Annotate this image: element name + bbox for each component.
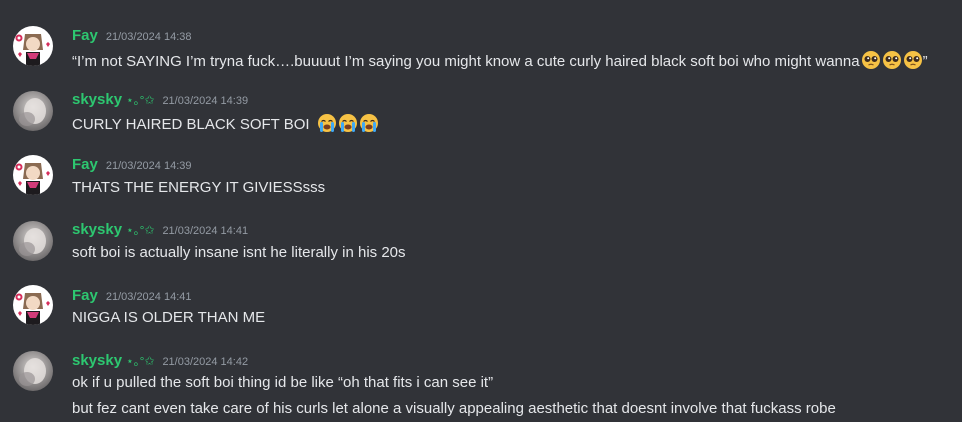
skysky-avatar-icon <box>13 221 53 261</box>
message-content: ok if u pulled the soft boi thing id be … <box>72 373 493 393</box>
pleading-face-emoji-icon[interactable] <box>882 50 902 70</box>
avatar[interactable] <box>13 351 53 391</box>
message-content: CURLY HAIRED BLACK SOFT BOI <box>72 113 379 135</box>
message-text: CURLY HAIRED BLACK SOFT BOI <box>72 116 310 133</box>
timestamp[interactable]: 21/03/2024 14:39 <box>106 156 192 176</box>
timestamp[interactable]: 21/03/2024 14:42 <box>162 352 248 372</box>
username[interactable]: skysky <box>72 90 122 110</box>
previous-message-fragment <box>268 0 368 3</box>
loudly-crying-face-emoji-icon[interactable] <box>338 113 358 133</box>
fay-avatar-icon <box>13 285 53 325</box>
username[interactable]: Fay <box>72 26 98 46</box>
username[interactable]: skysky <box>72 351 122 371</box>
avatar[interactable] <box>13 285 53 325</box>
timestamp[interactable]: 21/03/2024 14:39 <box>162 91 248 111</box>
avatar[interactable] <box>13 26 53 66</box>
username-decoration: ⋆｡°✩ <box>126 93 155 107</box>
message-content: but fez cant even take care of his curls… <box>72 399 836 419</box>
avatar[interactable] <box>13 91 53 131</box>
fay-avatar-icon <box>13 26 53 66</box>
pleading-face-emoji-icon[interactable] <box>861 50 881 70</box>
loudly-crying-face-emoji-icon[interactable] <box>317 113 337 133</box>
skysky-avatar-icon <box>13 351 53 391</box>
timestamp[interactable]: 21/03/2024 14:41 <box>106 287 192 307</box>
fay-avatar-icon <box>13 155 53 195</box>
message-text-suffix: ” <box>922 53 928 70</box>
message-text: THATS THE ENERGY IT GIVIESSsss <box>72 179 326 196</box>
message-content: “I’m not SAYING I’m tryna fuck….buuuut I… <box>72 50 928 72</box>
message-content: soft boi is actually insane isnt he lite… <box>72 243 406 263</box>
skysky-avatar-icon <box>13 91 53 131</box>
message-text: ok if u pulled the soft boi thing id be … <box>72 374 494 391</box>
avatar[interactable] <box>13 221 53 261</box>
loudly-crying-face-emoji-icon[interactable] <box>359 113 379 133</box>
timestamp[interactable]: 21/03/2024 14:38 <box>106 27 192 47</box>
username-decoration: ⋆｡°✩ <box>126 354 155 368</box>
message-text: “I’m not SAYING I’m tryna fuck….buuuut I… <box>72 53 860 70</box>
message-content: NIGGA IS OLDER THAN ME <box>72 308 265 328</box>
message-text: soft boi is actually insane isnt he lite… <box>72 244 406 261</box>
username[interactable]: skysky <box>72 220 122 240</box>
message-text: NIGGA IS OLDER THAN ME <box>72 309 266 326</box>
message-content: THATS THE ENERGY IT GIVIESSsss <box>72 178 325 198</box>
avatar[interactable] <box>13 155 53 195</box>
username[interactable]: Fay <box>72 155 98 175</box>
username-decoration: ⋆｡°✩ <box>126 223 155 237</box>
timestamp[interactable]: 21/03/2024 14:41 <box>162 221 248 241</box>
message-text: but fez cant even take care of his curls… <box>72 400 836 417</box>
username[interactable]: Fay <box>72 286 98 306</box>
pleading-face-emoji-icon[interactable] <box>903 50 923 70</box>
